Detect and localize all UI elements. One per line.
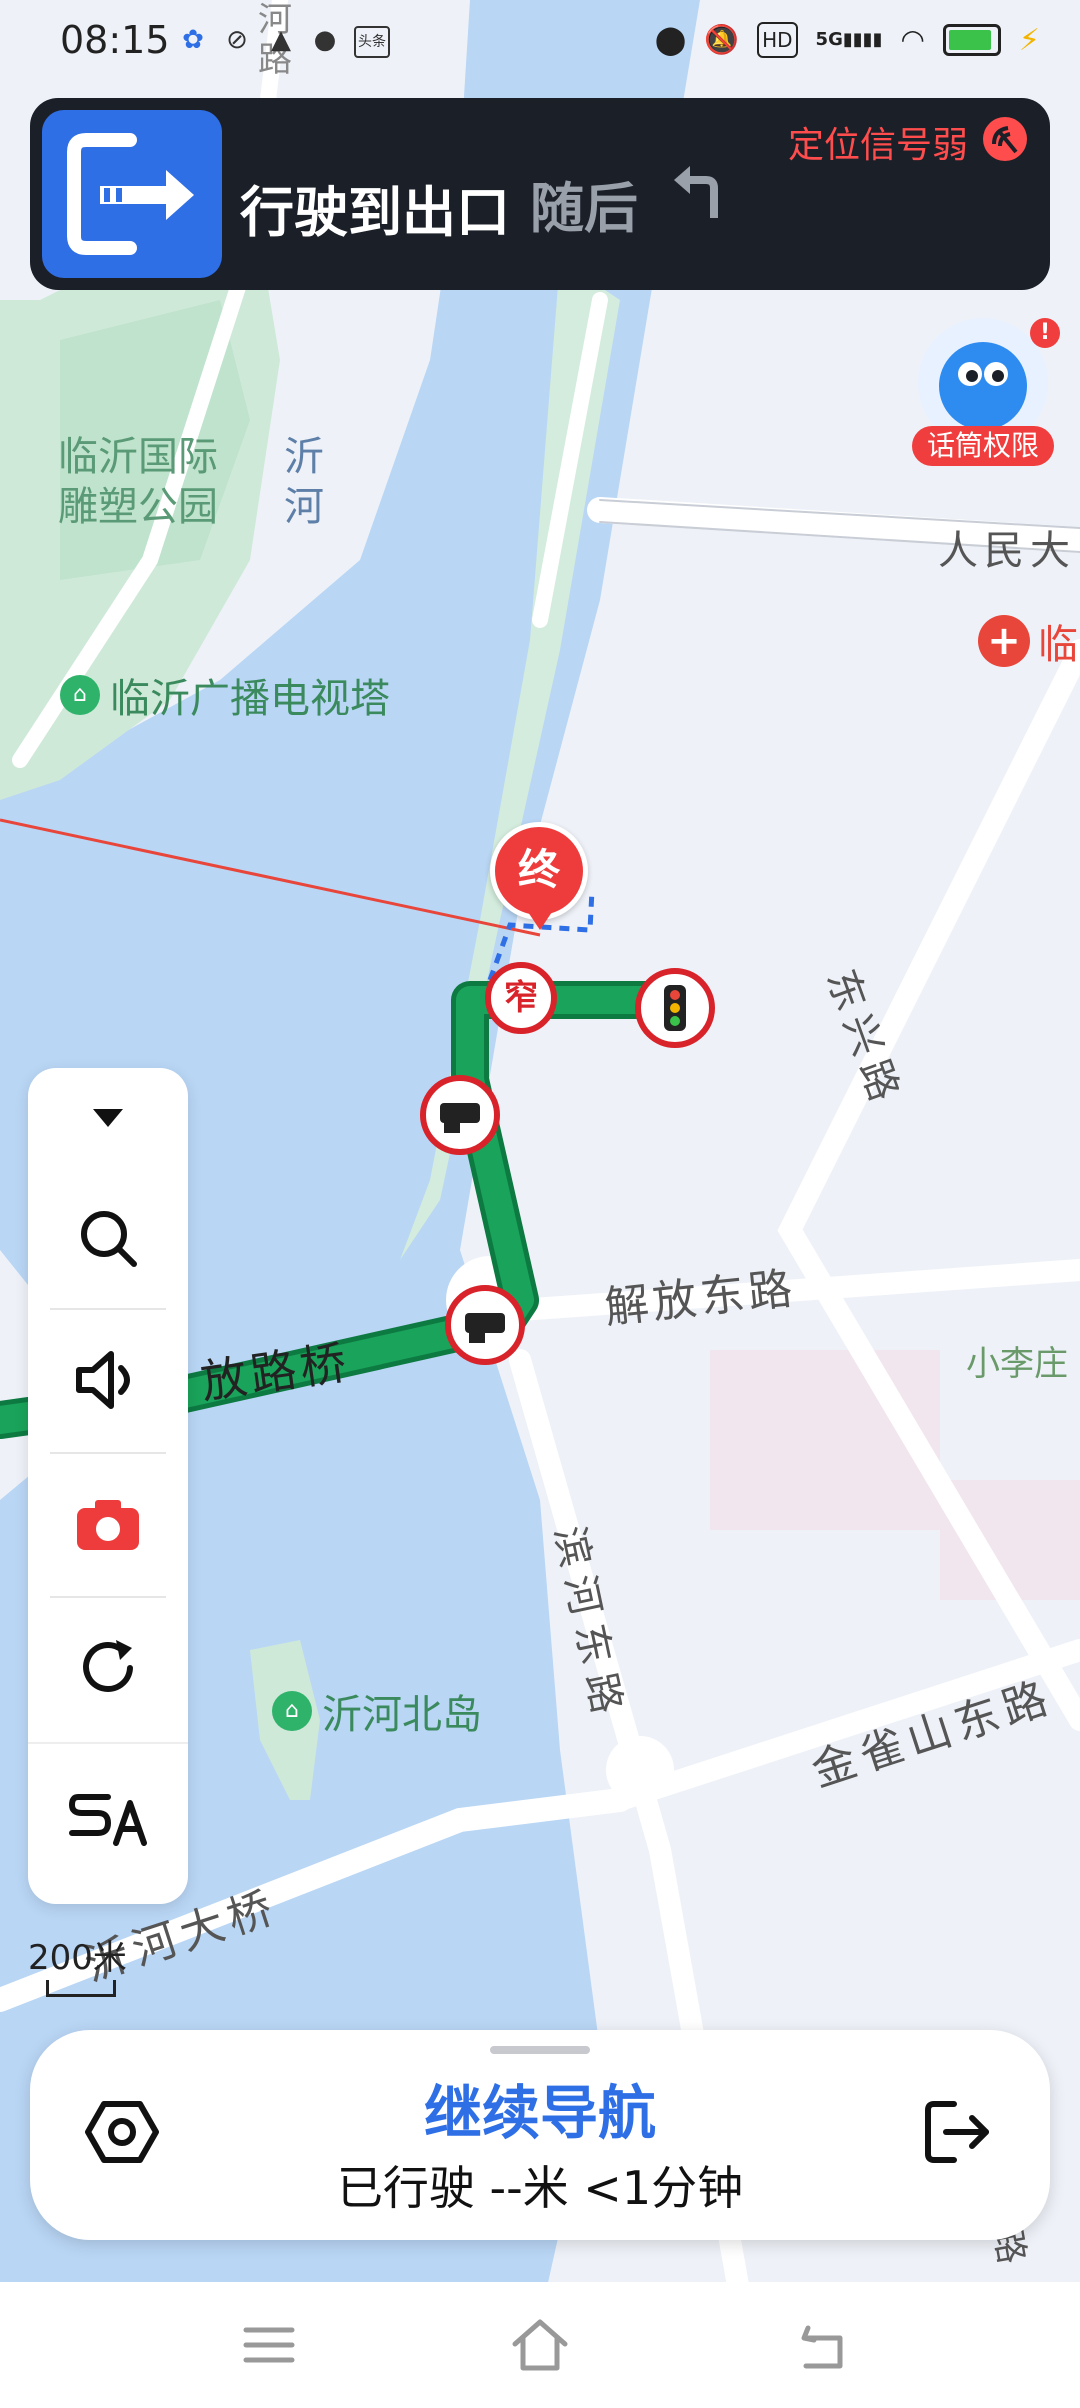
roundabout-2 xyxy=(606,1736,674,1804)
hd-icon: HD xyxy=(757,22,798,58)
battery-icon xyxy=(942,24,1001,56)
traffic-light-marker[interactable] xyxy=(635,968,715,1048)
volume-icon xyxy=(76,1351,130,1409)
tv-tower-poi[interactable]: ⌂ 临沂广播电视塔 xyxy=(60,666,390,724)
location-icon: ⬤ xyxy=(654,23,687,56)
exit-nav-icon[interactable] xyxy=(920,2094,996,2170)
landmark-icon: ⌂ xyxy=(60,675,100,715)
renmin-road-label: 人民大 xyxy=(938,528,1076,574)
mic-permission-badge[interactable]: 话筒权限 xyxy=(912,426,1054,466)
collapse-button[interactable] xyxy=(28,1068,188,1168)
hospital-icon: + xyxy=(978,615,1030,667)
refresh-icon xyxy=(83,1640,133,1692)
system-navigation-bar xyxy=(0,2282,1080,2408)
volume-button[interactable] xyxy=(28,1310,188,1450)
camera-report-button[interactable] xyxy=(28,1454,188,1594)
menu-icon[interactable] xyxy=(236,2312,302,2378)
gps-signal-icon xyxy=(983,117,1027,161)
route-preference-button[interactable] xyxy=(28,1742,188,1894)
hospital-poi[interactable]: + 临 xyxy=(978,612,1078,670)
xiaolizhuang-label: 小李庄 xyxy=(966,1344,1068,1384)
exit-arrow-icon xyxy=(42,110,222,278)
5g-signal-icon: 5G▮▮▮▮ xyxy=(815,29,883,50)
charging-icon: ⚡ xyxy=(1018,22,1040,58)
camera-icon xyxy=(77,1500,139,1550)
camera-marker-2[interactable] xyxy=(445,1285,525,1365)
voice-assistant[interactable]: 话筒权限 ! xyxy=(912,318,1060,468)
map-toolbar xyxy=(28,1068,188,1904)
alert-icon: ! xyxy=(1030,318,1060,348)
baidu-icon: ✿ xyxy=(182,25,204,55)
refresh-button[interactable] xyxy=(28,1598,188,1738)
maneuver-instruction: 行驶到出口 xyxy=(240,181,510,244)
navigation-banner[interactable]: 行驶到出口 随后 定位信号弱 xyxy=(30,98,1050,290)
network-type: 5G xyxy=(815,29,843,50)
hospital-label: 临 xyxy=(1038,622,1078,668)
mute-icon: 🔕 xyxy=(704,23,740,56)
sync-icon: ⊘ xyxy=(226,25,248,55)
camera-marker[interactable] xyxy=(420,1075,500,1155)
tv-tower-label: 临沂广播电视塔 xyxy=(110,676,390,722)
narrow-road-marker[interactable]: 窄 xyxy=(485,962,557,1034)
landmark-icon: ⌂ xyxy=(272,1691,312,1731)
wifi-icon: ◠ xyxy=(900,23,925,56)
store-icon: ▲ xyxy=(271,25,291,55)
back-icon[interactable] xyxy=(790,2312,856,2378)
drag-handle[interactable] xyxy=(490,2046,590,2054)
trip-progress-text: 已行驶 --米 <1分钟 xyxy=(336,2161,744,2215)
river-label: 沂 河 xyxy=(284,434,324,530)
search-button[interactable] xyxy=(28,1168,188,1308)
status-time: 08:15 xyxy=(60,18,170,62)
park-label: 临沂国际 雕塑公园 xyxy=(58,434,218,530)
yihe-island-poi[interactable]: ⌂ 沂河北岛 xyxy=(272,1682,482,1740)
yihe-island-label: 沂河北岛 xyxy=(322,1692,482,1738)
map-scale-label: 200米 xyxy=(28,1938,127,1978)
navigation-bottom-card[interactable]: 继续导航 已行驶 --米 <1分钟 xyxy=(30,2030,1050,2240)
status-notification-icons: ✿ ⊘ ▲ ● 头条 xyxy=(178,26,390,58)
destination-marker[interactable]: 终 xyxy=(490,822,588,920)
search-icon xyxy=(81,1211,137,1267)
route-preference-icon xyxy=(68,1794,147,1846)
chat-icon: ● xyxy=(313,25,337,55)
home-icon[interactable] xyxy=(507,2312,573,2378)
map-scale-bar xyxy=(46,1980,116,1997)
toutiao-icon: 头条 xyxy=(354,26,390,58)
status-system-icons: ⬤ 🔕 HD 5G▮▮▮▮ ◠ ⚡ xyxy=(655,22,1040,58)
status-bar: 08:15 ✿ ⊘ ▲ ● 头条 ⬤ 🔕 HD 5G▮▮▮▮ ◠ ⚡ xyxy=(0,0,1080,90)
collapse-icon xyxy=(93,1109,123,1127)
turn-left-icon xyxy=(674,166,718,218)
destination-marker-tip xyxy=(528,912,552,930)
gps-weak-label: 定位信号弱 xyxy=(787,125,968,166)
continue-navigation-button[interactable]: 继续导航 xyxy=(30,2066,1050,2150)
next-maneuver-label: 随后 xyxy=(530,177,638,240)
